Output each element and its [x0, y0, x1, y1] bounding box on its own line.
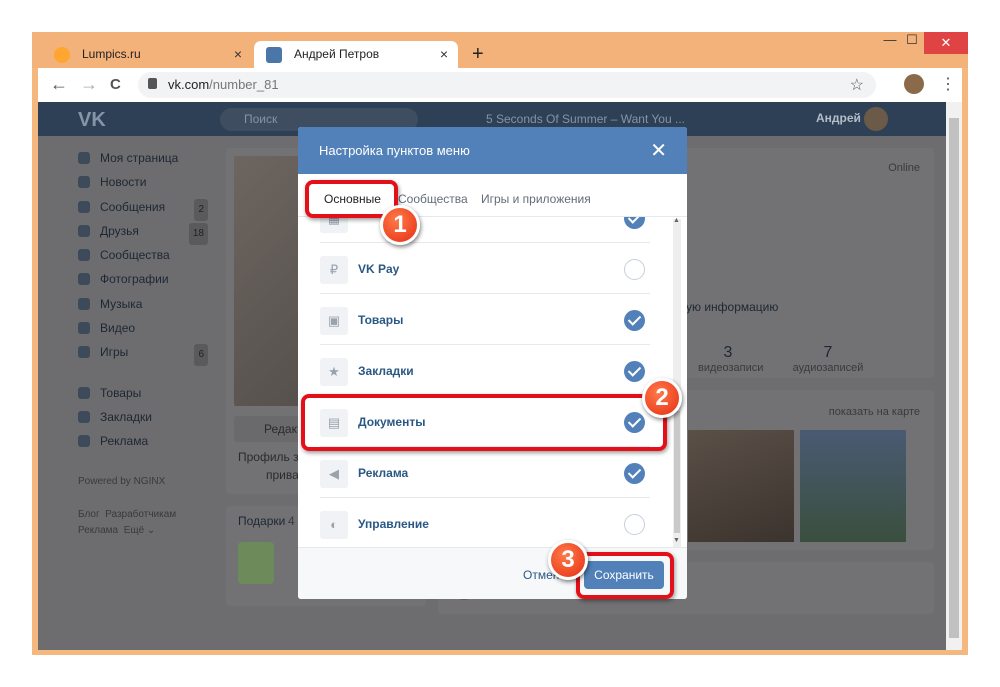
megaphone-icon: ◀	[320, 460, 348, 488]
star-icon: ★	[320, 358, 348, 386]
forward-icon[interactable]: →	[80, 74, 98, 95]
list-item-documents[interactable]: ▤ Документы	[320, 396, 650, 447]
menu-items-list: ▦ ₽ VK Pay ▣ Товары ★ Закладки ▤ Докумен…	[320, 217, 650, 547]
list-item-goods[interactable]: ▣ Товары	[320, 294, 650, 345]
modal-scrollbar[interactable]: ▲ ▼	[673, 217, 681, 547]
item-label: Закладки	[358, 364, 414, 378]
browser-menu-icon[interactable]: ⋮	[940, 74, 956, 94]
modal-footer: Отмена Сохранить	[298, 547, 687, 599]
modal-header: Настройка пунктов меню ✕	[298, 127, 687, 174]
bookmark-star-icon[interactable]: ☆	[850, 75, 864, 95]
lock-icon	[148, 78, 157, 89]
lumpics-favicon-icon	[54, 47, 70, 63]
checkbox-checked[interactable]	[624, 310, 645, 331]
modal-title: Настройка пунктов меню	[319, 143, 470, 158]
new-tab-button[interactable]: +	[472, 43, 484, 66]
tab-bar: Lumpics.ru × Андрей Петров × + — ☐ ✕	[32, 32, 968, 68]
back-icon[interactable]: ←	[50, 74, 68, 95]
item-label: Реклама	[358, 466, 409, 480]
tab-lumpics[interactable]: Lumpics.ru ×	[42, 41, 252, 68]
reload-icon[interactable]: C	[110, 76, 121, 93]
list-item[interactable]: ▦	[320, 217, 650, 243]
item-label: Документы	[358, 415, 426, 429]
tab-main[interactable]: Основные	[324, 192, 381, 218]
url-host: vk.com	[168, 77, 210, 92]
checkbox-unchecked[interactable]	[624, 514, 645, 535]
tab-close-icon[interactable]: ×	[440, 46, 448, 62]
item-label: Товары	[358, 313, 404, 327]
tab-close-icon[interactable]: ×	[234, 46, 242, 62]
document-icon: ▤	[320, 409, 348, 437]
save-button[interactable]: Сохранить	[584, 561, 664, 589]
scroll-thumb[interactable]	[674, 411, 680, 533]
checkbox-checked[interactable]	[624, 412, 645, 433]
checkbox-unchecked[interactable]	[624, 259, 645, 280]
checkbox-checked[interactable]	[624, 361, 645, 382]
url-input[interactable]: vk.com/number_81 ☆	[138, 72, 876, 98]
menu-item-icon: ▦	[320, 217, 348, 233]
item-label: VK Pay	[358, 262, 400, 276]
address-bar-row: ← → C vk.com/number_81 ☆ ⋮	[38, 68, 962, 102]
list-item-bookmarks[interactable]: ★ Закладки	[320, 345, 650, 396]
ruble-icon: ₽	[320, 256, 348, 284]
list-item-vkpay[interactable]: ₽ VK Pay	[320, 243, 650, 294]
tab-communities[interactable]: Сообщества	[398, 192, 468, 206]
checkbox-checked[interactable]	[624, 217, 645, 229]
minimize-button[interactable]: —	[880, 32, 900, 54]
list-item-management[interactable]: ◐ Управление	[320, 498, 650, 547]
close-window-button[interactable]: ✕	[924, 32, 968, 54]
tab-vk-profile[interactable]: Андрей Петров ×	[254, 41, 458, 68]
checkbox-checked[interactable]	[624, 463, 645, 484]
modal-tabs: Основные Сообщества Игры и приложения	[298, 174, 687, 218]
url-path: /number_81	[209, 77, 279, 92]
profile-avatar-icon[interactable]	[904, 74, 924, 94]
tab-title: Lumpics.ru	[82, 47, 141, 61]
vk-favicon-icon	[266, 47, 282, 63]
gamepad-icon: ◐	[320, 511, 348, 539]
close-icon[interactable]: ✕	[650, 138, 667, 163]
scroll-down-icon[interactable]: ▼	[673, 537, 680, 544]
maximize-button[interactable]: ☐	[902, 32, 922, 54]
cancel-button[interactable]: Отмена	[523, 568, 566, 582]
bag-icon: ▣	[320, 307, 348, 335]
tab-games-apps[interactable]: Игры и приложения	[481, 192, 591, 206]
item-label: Управление	[358, 517, 429, 531]
list-item-ads[interactable]: ◀ Реклама	[320, 447, 650, 498]
tab-title: Андрей Петров	[294, 47, 380, 61]
scroll-up-icon[interactable]: ▲	[673, 217, 680, 224]
menu-settings-modal: Настройка пунктов меню ✕ Основные Сообще…	[298, 127, 687, 599]
